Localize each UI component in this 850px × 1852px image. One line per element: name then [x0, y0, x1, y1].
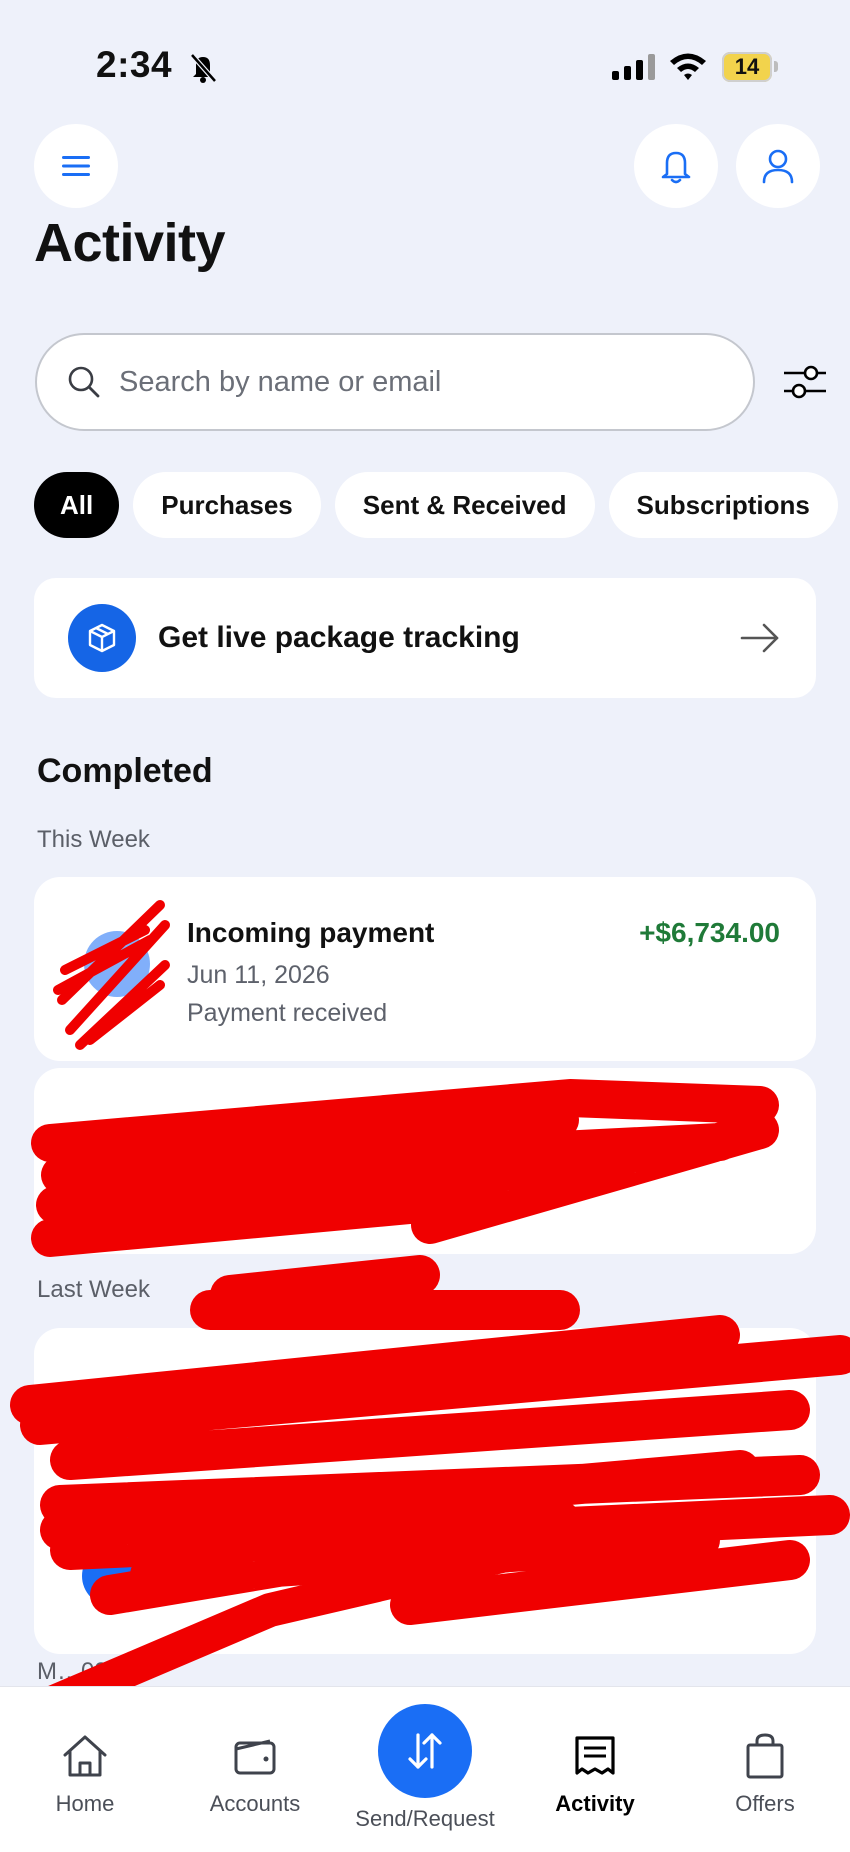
search-bar[interactable]: [35, 333, 755, 431]
nav-offers-label: Offers: [735, 1791, 795, 1816]
wallet-icon: [234, 1739, 276, 1775]
package-tracking-card[interactable]: Get live package tracking: [34, 578, 816, 698]
transaction-date: Jun 11, 2026: [187, 961, 330, 989]
search-icon: [68, 366, 100, 398]
nav-home[interactable]: Home: [0, 1687, 170, 1817]
group-heading-partial: M…026: [37, 1658, 122, 1685]
chip-sent-received[interactable]: Sent & Received: [334, 472, 595, 538]
menu-button[interactable]: [34, 124, 118, 208]
transaction-group-redacted[interactable]: [34, 1328, 816, 1654]
filter-chips: All Purchases Sent & Received Subscripti…: [34, 472, 838, 538]
group-heading-last-week: Last Week: [37, 1276, 150, 1303]
wifi-icon: [670, 53, 706, 80]
cellular-signal-icon: [612, 54, 655, 80]
arrow-right-icon: [740, 623, 779, 653]
nav-accounts[interactable]: Accounts: [170, 1687, 340, 1817]
package-icon: [68, 604, 136, 672]
send-request-label: Send/Request: [355, 1806, 495, 1831]
page-title: Activity: [34, 213, 226, 273]
section-heading-completed: Completed: [37, 752, 213, 790]
notifications-button[interactable]: [634, 124, 718, 208]
package-tracking-label: Get live package tracking: [158, 621, 520, 654]
avatar: [82, 1546, 142, 1606]
battery-indicator: 14: [722, 52, 772, 82]
chip-purchases[interactable]: Purchases: [133, 472, 321, 538]
transaction-status: Payment received: [187, 999, 388, 1027]
chip-all[interactable]: All: [34, 472, 120, 538]
chip-subscriptions[interactable]: Subscriptions: [608, 472, 838, 538]
nav-activity[interactable]: Activity: [510, 1687, 680, 1817]
status-time: 2:34: [96, 44, 173, 85]
send-request-button[interactable]: [378, 1704, 472, 1798]
receipt-icon: [575, 1736, 615, 1775]
bell-icon: [661, 151, 691, 184]
transaction-title: Incoming payment: [187, 917, 435, 948]
transaction-amount: +$6,734.00: [639, 917, 780, 948]
nav-accounts-label: Accounts: [209, 1791, 301, 1816]
avatar: [82, 1396, 142, 1456]
user-icon: [762, 149, 794, 184]
nav-offers[interactable]: Offers: [680, 1687, 850, 1817]
search-input[interactable]: [117, 364, 681, 400]
nav-activity-label: Activity: [555, 1791, 635, 1816]
bell-muted-icon: [190, 53, 217, 83]
shopping-bag-icon: [746, 1733, 784, 1779]
profile-button[interactable]: [736, 124, 820, 208]
transaction-row-redacted[interactable]: 42: [34, 1068, 816, 1254]
hamburger-menu-icon: [62, 156, 90, 176]
filter-sliders-icon[interactable]: [782, 360, 828, 404]
transaction-row[interactable]: Incoming payment Jun 11, 2026 Payment re…: [34, 877, 816, 1061]
transfer-arrows-icon: [408, 1733, 442, 1769]
transaction-amount-partial: 42: [744, 1106, 776, 1137]
battery-tip: [774, 61, 778, 72]
group-heading-this-week: This Week: [37, 826, 150, 853]
nav-home-label: Home: [55, 1791, 115, 1816]
avatar: [84, 931, 150, 997]
home-icon: [63, 1735, 107, 1777]
